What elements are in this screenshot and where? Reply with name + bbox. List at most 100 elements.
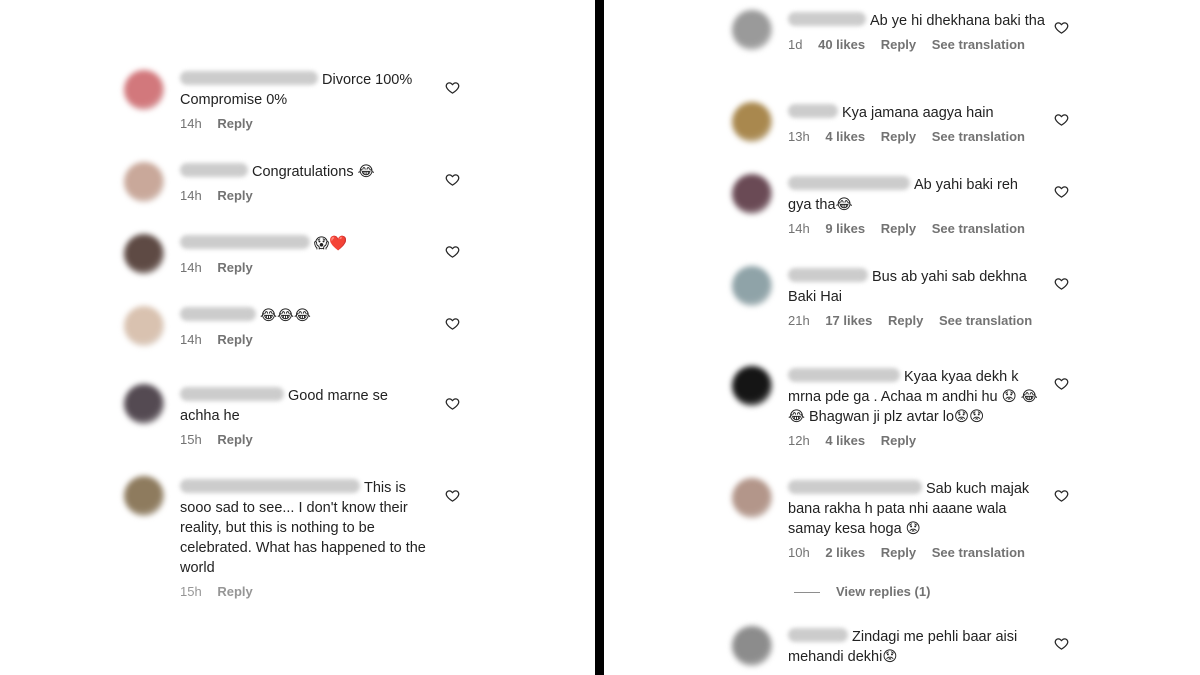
username-blurred[interactable] xyxy=(788,628,848,642)
username-blurred[interactable] xyxy=(788,268,868,282)
comment-time[interactable]: 13h xyxy=(788,129,810,144)
avatar[interactable] xyxy=(732,366,772,406)
comment-time[interactable]: 14h xyxy=(180,260,202,275)
comment-item: This is sooo sad to see... I don't know … xyxy=(0,474,595,604)
avatar[interactable] xyxy=(732,626,772,666)
reply-button[interactable]: Reply xyxy=(881,433,916,448)
like-heart-icon[interactable] xyxy=(1054,20,1069,35)
username-blurred[interactable] xyxy=(180,163,248,177)
comment-item: 😂😂😂 14h Reply xyxy=(0,302,595,352)
comment-time[interactable]: 14h xyxy=(180,188,202,203)
likes-count[interactable]: 9 likes xyxy=(825,221,865,236)
username-blurred[interactable] xyxy=(180,479,360,493)
likes-count[interactable]: 4 likes xyxy=(825,433,865,448)
username-blurred[interactable] xyxy=(788,480,922,494)
comment-time[interactable]: 12h xyxy=(788,433,810,448)
comment-time[interactable]: 15h xyxy=(180,432,202,447)
comment-meta: 14h Reply xyxy=(180,116,430,132)
comment-text: 😱❤️ xyxy=(180,234,430,254)
like-heart-icon[interactable] xyxy=(1054,376,1069,391)
comment-meta: 14h Reply xyxy=(180,332,430,348)
like-heart-icon[interactable] xyxy=(1054,112,1069,127)
comment-meta: 12h 4 likes Reply xyxy=(788,433,1048,449)
like-heart-icon[interactable] xyxy=(445,80,460,95)
username-blurred[interactable] xyxy=(180,387,284,401)
comment-meta: 15h Reply xyxy=(180,432,416,448)
reply-button[interactable]: Reply xyxy=(881,129,916,144)
comment-text: This is sooo sad to see... I don't know … xyxy=(180,479,426,576)
avatar[interactable] xyxy=(124,306,164,346)
comment-item: Bus ab yahi sab dekhna Baki Hai 21h 17 l… xyxy=(604,262,1200,332)
like-heart-icon[interactable] xyxy=(445,172,460,187)
comment-text: Sab kuch majak bana rakha h pata nhi aaa… xyxy=(788,480,1030,537)
comment-meta: 15h Reply xyxy=(180,584,426,600)
reply-button[interactable]: Reply xyxy=(881,545,916,560)
like-heart-icon[interactable] xyxy=(1054,488,1069,503)
avatar[interactable] xyxy=(732,174,772,214)
comment-text: Ab ye hi dhekhana baki tha xyxy=(788,11,1048,31)
comment-time[interactable]: 10h xyxy=(788,545,810,560)
like-heart-icon[interactable] xyxy=(445,316,460,331)
username-blurred[interactable] xyxy=(788,12,866,26)
see-translation-link[interactable]: See translation xyxy=(939,313,1032,328)
comment-meta: 14h Reply xyxy=(180,260,430,276)
comment-item: Divorce 100% Compromise 0% 14h Reply xyxy=(0,66,595,131)
likes-count[interactable]: 40 likes xyxy=(818,37,865,52)
like-heart-icon[interactable] xyxy=(1054,636,1069,651)
reply-button[interactable]: Reply xyxy=(888,313,923,328)
reply-button[interactable]: Reply xyxy=(217,584,252,599)
username-blurred[interactable] xyxy=(788,176,910,190)
see-translation-link[interactable]: See translation xyxy=(932,221,1025,236)
reply-button[interactable]: Reply xyxy=(217,432,252,447)
comment-time[interactable]: 15h xyxy=(180,584,202,599)
comment-time[interactable]: 14h xyxy=(180,116,202,131)
avatar[interactable] xyxy=(732,102,772,142)
like-heart-icon[interactable] xyxy=(1054,184,1069,199)
avatar[interactable] xyxy=(124,162,164,202)
like-heart-icon[interactable] xyxy=(445,396,460,411)
reply-button[interactable]: Reply xyxy=(881,221,916,236)
avatar[interactable] xyxy=(124,476,164,516)
see-translation-link[interactable]: See translation xyxy=(932,37,1025,52)
comment-meta: 14h 9 likes Reply See translation xyxy=(788,221,1038,237)
avatar[interactable] xyxy=(732,478,772,518)
comment-item: Good marne se achha he 15h Reply xyxy=(0,382,595,452)
reply-button[interactable]: Reply xyxy=(217,260,252,275)
likes-count[interactable]: 17 likes xyxy=(825,313,872,328)
comment-meta: 10h 2 likes Reply See translation xyxy=(788,545,1048,561)
comment-time[interactable]: 21h xyxy=(788,313,810,328)
username-blurred[interactable] xyxy=(180,307,256,321)
view-replies-line xyxy=(794,592,820,594)
see-translation-link[interactable]: See translation xyxy=(932,545,1025,560)
reply-button[interactable]: Reply xyxy=(217,188,252,203)
like-heart-icon[interactable] xyxy=(445,244,460,259)
see-translation-link[interactable]: See translation xyxy=(932,129,1025,144)
comment-item: Kyaa kyaa dekh k mrna pde ga . Achaa m a… xyxy=(604,362,1200,454)
like-heart-icon[interactable] xyxy=(1054,276,1069,291)
comment-text: Bus ab yahi sab dekhna Baki Hai xyxy=(788,268,1027,305)
comment-time[interactable]: 1d xyxy=(788,37,802,52)
username-blurred[interactable] xyxy=(788,368,900,382)
view-replies-label[interactable]: View replies (1) xyxy=(836,584,930,599)
avatar[interactable] xyxy=(124,384,164,424)
username-blurred[interactable] xyxy=(788,104,838,118)
comment-text: Good marne se achha he xyxy=(180,387,388,424)
reply-button[interactable]: Reply xyxy=(881,37,916,52)
avatar[interactable] xyxy=(732,10,772,50)
avatar[interactable] xyxy=(124,70,164,110)
likes-count[interactable]: 2 likes xyxy=(825,545,865,560)
avatar[interactable] xyxy=(124,234,164,274)
likes-count[interactable]: 4 likes xyxy=(825,129,865,144)
comment-text: Zindagi me pehli baar aisi mehandi dekhi… xyxy=(788,628,1018,665)
comments-panel-right: Ab ye hi dhekhana baki tha 1d 40 likes R… xyxy=(604,0,1200,675)
avatar[interactable] xyxy=(732,266,772,306)
comment-time[interactable]: 14h xyxy=(180,332,202,347)
like-heart-icon[interactable] xyxy=(445,488,460,503)
username-blurred[interactable] xyxy=(180,235,310,249)
reply-button[interactable]: Reply xyxy=(217,116,252,131)
username-blurred[interactable] xyxy=(180,71,318,85)
view-replies-button[interactable]: View replies (1) xyxy=(794,584,930,599)
reply-button[interactable]: Reply xyxy=(217,332,252,347)
comment-item: 😱❤️ 14h Reply xyxy=(0,230,595,280)
comment-time[interactable]: 14h xyxy=(788,221,810,236)
